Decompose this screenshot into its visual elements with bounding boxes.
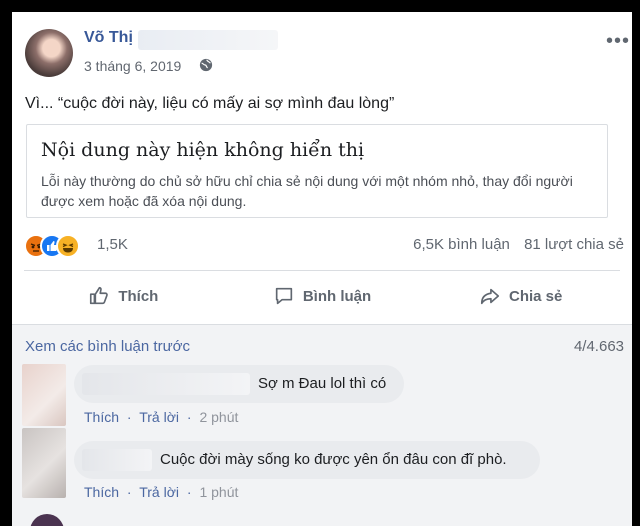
share-count[interactable]: 81 lượt chia sẻ xyxy=(524,236,624,253)
engagement-counts: 6,5K bình luận 81 lượt chia sẻ xyxy=(403,236,624,253)
comment-text: Sợ m Đau lol thì có xyxy=(258,375,387,392)
comment-actions: Thích · Trả lời · 2 phút xyxy=(84,409,239,425)
like-button[interactable]: Thích xyxy=(24,278,223,314)
commenter-name-blur xyxy=(82,373,250,395)
share-button[interactable]: Chia sẻ xyxy=(421,278,620,314)
author-name-blur xyxy=(138,30,278,50)
post-card: Võ Thị 3 tháng 6, 2019 ••• Vì... “cuộc đ… xyxy=(12,12,632,526)
author-avatar[interactable] xyxy=(25,29,73,77)
author-name[interactable]: Võ Thị xyxy=(84,29,133,47)
comment-bubble: Cuộc đời mày sống ko được yên ổn đâu con… xyxy=(74,441,540,479)
comment-like-link[interactable]: Thích xyxy=(84,484,119,500)
comment-bubble: Sợ m Đau lol thì có xyxy=(74,365,404,403)
comment-button[interactable]: Bình luận xyxy=(223,278,422,314)
unavailable-description: Lỗi này thường do chủ sở hữu chỉ chia sẻ… xyxy=(41,173,573,209)
reaction-count[interactable]: 1,5K xyxy=(97,236,128,253)
reaction-icons[interactable] xyxy=(24,234,84,258)
share-label: Chia sẻ xyxy=(509,287,563,305)
commenter-name-blur xyxy=(82,449,152,471)
more-icon[interactable]: ••• xyxy=(606,31,630,51)
post-date[interactable]: 3 tháng 6, 2019 xyxy=(84,58,181,74)
comment-avatar[interactable] xyxy=(22,364,66,426)
share-arrow-icon xyxy=(480,288,500,305)
comment-time[interactable]: 1 phút xyxy=(199,484,238,500)
haha-reaction-icon xyxy=(56,234,80,258)
comment-reply-link[interactable]: Trả lời xyxy=(139,484,179,500)
comment-like-link[interactable]: Thích xyxy=(84,409,119,425)
comment-actions: Thích · Trả lời · 1 phút xyxy=(84,484,239,500)
comments-pager: 4/4.663 xyxy=(573,338,624,355)
comment-avatar[interactable] xyxy=(22,428,66,498)
comment-reply-link[interactable]: Trả lời xyxy=(139,409,179,425)
globe-icon xyxy=(199,58,213,72)
unavailable-content-box: Nội dung này hiện không hiển thị Lỗi này… xyxy=(26,124,608,218)
thumbs-up-icon xyxy=(90,286,109,305)
comment-bubble-icon xyxy=(275,287,293,305)
comment-label: Bình luận xyxy=(302,287,372,305)
unavailable-title: Nội dung này hiện không hiển thị xyxy=(41,139,365,161)
comment-count[interactable]: 6,5K bình luận xyxy=(413,236,510,253)
like-label: Thích xyxy=(118,287,159,305)
action-bar: Thích Bình luận Chia sẻ xyxy=(24,278,620,314)
comment-time[interactable]: 2 phút xyxy=(199,409,238,425)
comment-text: Cuộc đời mày sống ko được yên ổn đâu con… xyxy=(160,451,507,468)
post-text: Vì... “cuộc đời này, liệu có mấy ai sợ m… xyxy=(25,95,395,112)
view-previous-comments-link[interactable]: Xem các bình luận trước xyxy=(25,338,190,355)
divider xyxy=(24,270,620,271)
